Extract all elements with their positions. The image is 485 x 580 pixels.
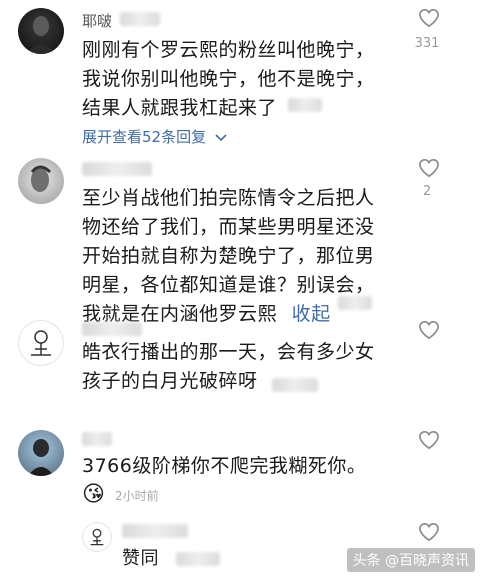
heart-outline-icon <box>419 430 439 450</box>
blurred-timestamp <box>338 296 372 310</box>
comment-text: 至少肖战他们拍完陈情令之后把人 物还给了我们，而某些男明星还没 开始拍就自称为楚… <box>82 184 375 329</box>
blurred-username <box>82 432 112 446</box>
comment-line: 物还给了我们，而某些男明星还没 <box>82 216 375 238</box>
comment-text: 3766级阶梯你不爬完我糊死你。 <box>82 452 366 481</box>
comment-text: 赞同 <box>122 548 159 569</box>
comment-line: 开始拍就自称为楚晚宁了，那位男 <box>82 245 375 267</box>
comment-line: 明星，各位都知道是谁？别误会， <box>82 274 375 296</box>
like-count: 2 <box>422 184 432 199</box>
comment-3: 皓衣行播出的那一天，会有多少女 孩子的白月光破碎呀 <box>0 312 485 422</box>
comment-line: 我说你别叫他晚宁，他不是晚宁， <box>82 68 375 90</box>
blurred-timestamp <box>272 378 318 392</box>
blurred-username <box>120 12 160 26</box>
avatar[interactable] <box>18 430 64 476</box>
avatar-image <box>30 165 52 192</box>
blurred-username <box>82 322 142 336</box>
comment-4: 3766级阶梯你不爬完我糊死你。 😘 2小时前 <box>0 422 485 512</box>
like-button[interactable] <box>417 158 441 178</box>
avatar-image <box>26 16 56 54</box>
avatar-image <box>90 528 104 546</box>
comment-text: 皓衣行播出的那一天，会有多少女 孩子的白月光破碎呀 <box>82 338 375 396</box>
like-button[interactable] <box>417 522 441 542</box>
comment-2: 至少肖战他们拍完陈情令之后把人 物还给了我们，而某些男明星还没 开始拍就自称为楚… <box>0 150 485 325</box>
comment-line: 孩子的白月光破碎呀 <box>82 370 258 392</box>
avatar[interactable] <box>82 522 112 552</box>
comment-meta: 😘 2小时前 <box>82 484 159 506</box>
heart-outline-icon <box>419 320 439 340</box>
blurred-username <box>122 524 188 538</box>
comment-line: 3766级阶梯你不爬完我糊死你。 <box>82 455 367 477</box>
comment-line: 皓衣行播出的那一天，会有多少女 <box>82 341 375 363</box>
comment-line: 刚刚有个罗云熙的粉丝叫他晚宁， <box>82 39 375 61</box>
comment-text: 刚刚有个罗云熙的粉丝叫他晚宁， 我说你别叫他晚宁，他不是晚宁， 结果人就跟我杠起… <box>82 36 375 123</box>
expand-replies-link[interactable]: 展开查看52条回复 <box>82 126 227 147</box>
blurred-timestamp <box>176 552 220 566</box>
blurred-username <box>82 162 152 176</box>
comment-line: 至少肖战他们拍完陈情令之后把人 <box>82 187 375 209</box>
like-count: 331 <box>414 36 440 51</box>
heart-outline-icon <box>419 522 439 542</box>
avatar-image <box>28 439 54 476</box>
avatar-image <box>31 330 51 356</box>
watermark: 头条 @百晓声资讯 <box>346 548 475 572</box>
like-button[interactable] <box>417 8 441 28</box>
timestamp: 2小时前 <box>114 488 159 503</box>
comment-1: 耶啵 刚刚有个罗云熙的粉丝叫他晚宁， 我说你别叫他晚宁，他不是晚宁， 结果人就跟… <box>0 0 485 150</box>
avatar[interactable] <box>18 320 64 366</box>
blurred-timestamp <box>288 98 322 112</box>
username[interactable]: 耶啵 <box>82 10 112 31</box>
chevron-down-icon <box>215 134 227 142</box>
heart-outline-icon <box>419 8 439 28</box>
emoji-kiss-icon: 😘 <box>82 482 105 507</box>
like-button[interactable] <box>417 320 441 340</box>
heart-outline-icon <box>419 158 439 178</box>
avatar[interactable] <box>18 158 64 204</box>
avatar[interactable] <box>18 8 64 54</box>
like-button[interactable] <box>417 430 441 450</box>
comment-line: 结果人就跟我杠起来了 <box>82 97 278 119</box>
